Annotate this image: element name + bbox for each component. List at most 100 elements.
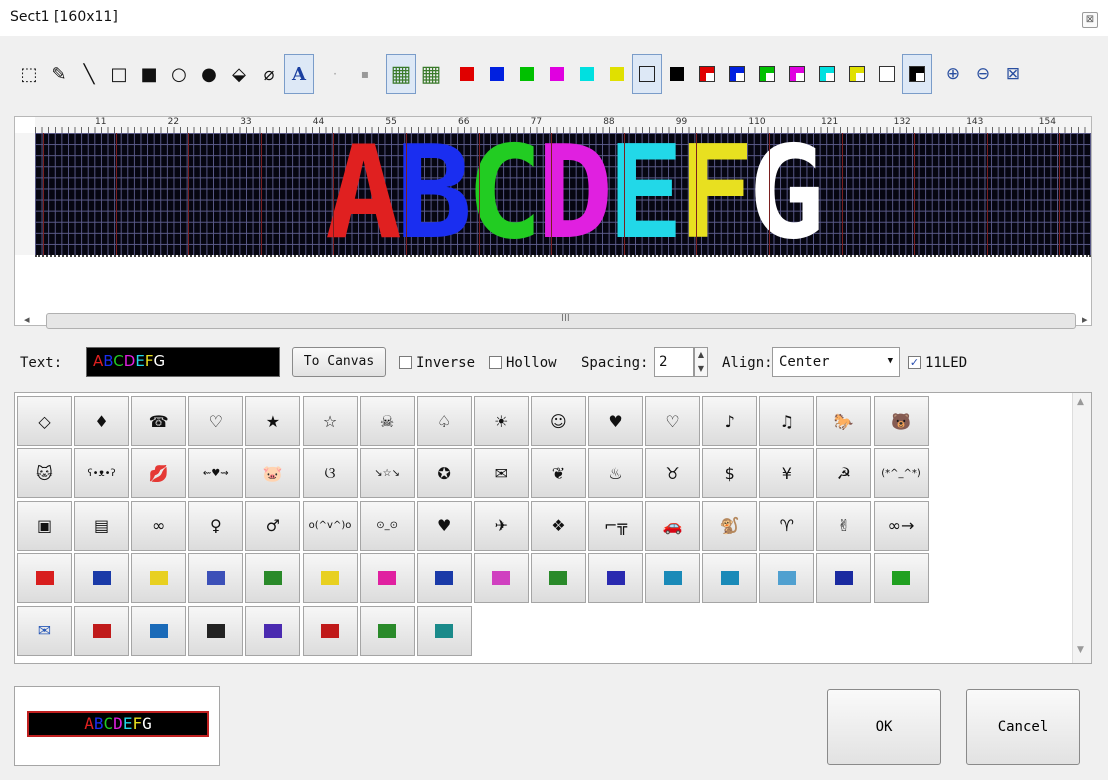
- inverse-checkbox[interactable]: [399, 356, 412, 369]
- symbol-button[interactable]: [74, 553, 130, 604]
- symbol-button[interactable]: ♂: [245, 500, 301, 551]
- zoom-out-tool[interactable]: ⊖: [968, 54, 998, 94]
- symbol-button[interactable]: ✉: [473, 448, 529, 499]
- symbol-button[interactable]: ♡: [188, 396, 244, 446]
- symbol-button[interactable]: [359, 605, 415, 656]
- symbol-button[interactable]: ♀: [188, 500, 244, 551]
- symbol-button[interactable]: ☺: [530, 396, 586, 446]
- symbol-button[interactable]: [302, 605, 358, 656]
- symbol-button[interactable]: ⌐╦: [588, 500, 643, 551]
- canvas-scrollbar[interactable]: ◂ III ▸: [14, 310, 1092, 332]
- symbol-button[interactable]: [702, 553, 758, 604]
- color-swatch-6[interactable]: [602, 54, 632, 94]
- color-swatch-5[interactable]: [572, 54, 602, 94]
- symbol-button[interactable]: ∞: [131, 500, 187, 551]
- select-rect-tool[interactable]: ⬚: [14, 54, 44, 94]
- color-swatch-2[interactable]: [482, 54, 512, 94]
- symbol-button[interactable]: ♪: [702, 396, 758, 446]
- color-swatch-4[interactable]: [542, 54, 572, 94]
- pencil-tool[interactable]: ✎: [44, 54, 74, 94]
- symbol-button[interactable]: [416, 553, 472, 604]
- symbol-button[interactable]: [302, 553, 358, 604]
- symbol-button[interactable]: ⇜♥⇝: [188, 448, 244, 499]
- symbol-button[interactable]: [645, 553, 701, 604]
- symbol-button[interactable]: ♦: [74, 396, 130, 446]
- symbol-button[interactable]: 💋: [131, 448, 187, 499]
- scroll-left-icon[interactable]: ◂: [24, 313, 30, 326]
- filled-ellipse-tool[interactable]: ●: [194, 54, 224, 94]
- split-color-swatch-2[interactable]: [722, 54, 752, 94]
- split-color-swatch-4[interactable]: [782, 54, 812, 94]
- symbol-button[interactable]: [245, 605, 301, 656]
- symbol-button[interactable]: ♈: [759, 500, 815, 551]
- symbol-button[interactable]: ✉: [17, 605, 72, 656]
- symbol-button[interactable]: ▣: [17, 500, 72, 551]
- spacing-spinner[interactable]: ▲ ▼: [694, 347, 708, 377]
- symbol-button[interactable]: [759, 553, 815, 604]
- spacing-input[interactable]: 2: [654, 347, 694, 377]
- ellipse-tool[interactable]: ○: [164, 54, 194, 94]
- symbol-button[interactable]: ♨: [588, 448, 643, 499]
- scroll-down-icon[interactable]: ▼: [1077, 645, 1084, 655]
- color-swatch-8[interactable]: [662, 54, 692, 94]
- hollow-checkbox[interactable]: [489, 356, 502, 369]
- symbol-button[interactable]: ∞→: [873, 500, 929, 551]
- symbol-button[interactable]: [359, 553, 415, 604]
- symbol-button[interactable]: $: [702, 448, 758, 499]
- fill-bucket-tool[interactable]: ⬙: [224, 54, 254, 94]
- color-swatch-1[interactable]: [452, 54, 482, 94]
- symbol-button[interactable]: ✪: [416, 448, 472, 499]
- eraser-tool[interactable]: ⌀: [254, 54, 284, 94]
- symbol-button[interactable]: ♥: [416, 500, 472, 551]
- symbol-button[interactable]: [473, 553, 529, 604]
- dot-small-tool[interactable]: ·: [320, 54, 350, 94]
- symbol-button[interactable]: [816, 553, 872, 604]
- symbol-button[interactable]: 🐷: [245, 448, 301, 499]
- cancel-button[interactable]: Cancel: [966, 689, 1080, 765]
- symbol-button[interactable]: ☆: [302, 396, 358, 446]
- symbol-button[interactable]: ♥: [588, 396, 643, 446]
- symbol-button[interactable]: o(^v^)o: [302, 500, 358, 551]
- zoom-fit-tool[interactable]: ⊠: [998, 54, 1028, 94]
- symbol-button[interactable]: ♫: [759, 396, 815, 446]
- symbol-button[interactable]: ☠: [359, 396, 415, 446]
- symbol-button[interactable]: [873, 553, 929, 604]
- text-input[interactable]: ABCDEFG: [86, 347, 280, 377]
- symbol-button[interactable]: [588, 553, 643, 604]
- close-icon[interactable]: ⊠: [1082, 12, 1098, 28]
- led11-checkbox[interactable]: ✓: [908, 356, 921, 369]
- symbol-button[interactable]: ଓ: [302, 448, 358, 499]
- symbol-button[interactable]: 🐎: [816, 396, 872, 446]
- symbol-button[interactable]: 🚗: [645, 500, 701, 551]
- line-tool[interactable]: ╲: [74, 54, 104, 94]
- symbol-button[interactable]: ⊙_⊙: [359, 500, 415, 551]
- symbol-button[interactable]: (*^_^*): [873, 448, 929, 499]
- color-swatch-7[interactable]: [632, 54, 662, 94]
- to-canvas-button[interactable]: To Canvas: [292, 347, 386, 377]
- split-color-swatch-8[interactable]: [902, 54, 932, 94]
- symbol-button[interactable]: ❖: [530, 500, 586, 551]
- scroll-right-icon[interactable]: ▸: [1082, 313, 1088, 326]
- rectangle-tool[interactable]: □: [104, 54, 134, 94]
- symbol-button[interactable]: [188, 553, 244, 604]
- symbol-button[interactable]: ✈: [473, 500, 529, 551]
- filled-rectangle-tool[interactable]: ■: [134, 54, 164, 94]
- symbol-button[interactable]: ☭: [816, 448, 872, 499]
- symbol-button[interactable]: [74, 605, 130, 656]
- symbol-button[interactable]: 🐱: [17, 448, 72, 499]
- export-image-tool[interactable]: ▦: [416, 54, 446, 94]
- symbol-button[interactable]: ✌: [816, 500, 872, 551]
- symbol-button[interactable]: [188, 605, 244, 656]
- split-color-swatch-5[interactable]: [812, 54, 842, 94]
- symbol-button[interactable]: [416, 605, 472, 656]
- zoom-in-tool[interactable]: ⊕: [938, 54, 968, 94]
- split-color-swatch-7[interactable]: [872, 54, 902, 94]
- symbol-button[interactable]: ♤: [416, 396, 472, 446]
- symbol-button[interactable]: [530, 553, 586, 604]
- symbol-button[interactable]: [131, 605, 187, 656]
- import-image-tool[interactable]: ▦: [386, 54, 416, 94]
- split-color-swatch-1[interactable]: [692, 54, 722, 94]
- symbol-button[interactable]: ♡: [645, 396, 701, 446]
- symbol-button[interactable]: ↘☆↘: [359, 448, 415, 499]
- symbol-button[interactable]: ◇: [17, 396, 72, 446]
